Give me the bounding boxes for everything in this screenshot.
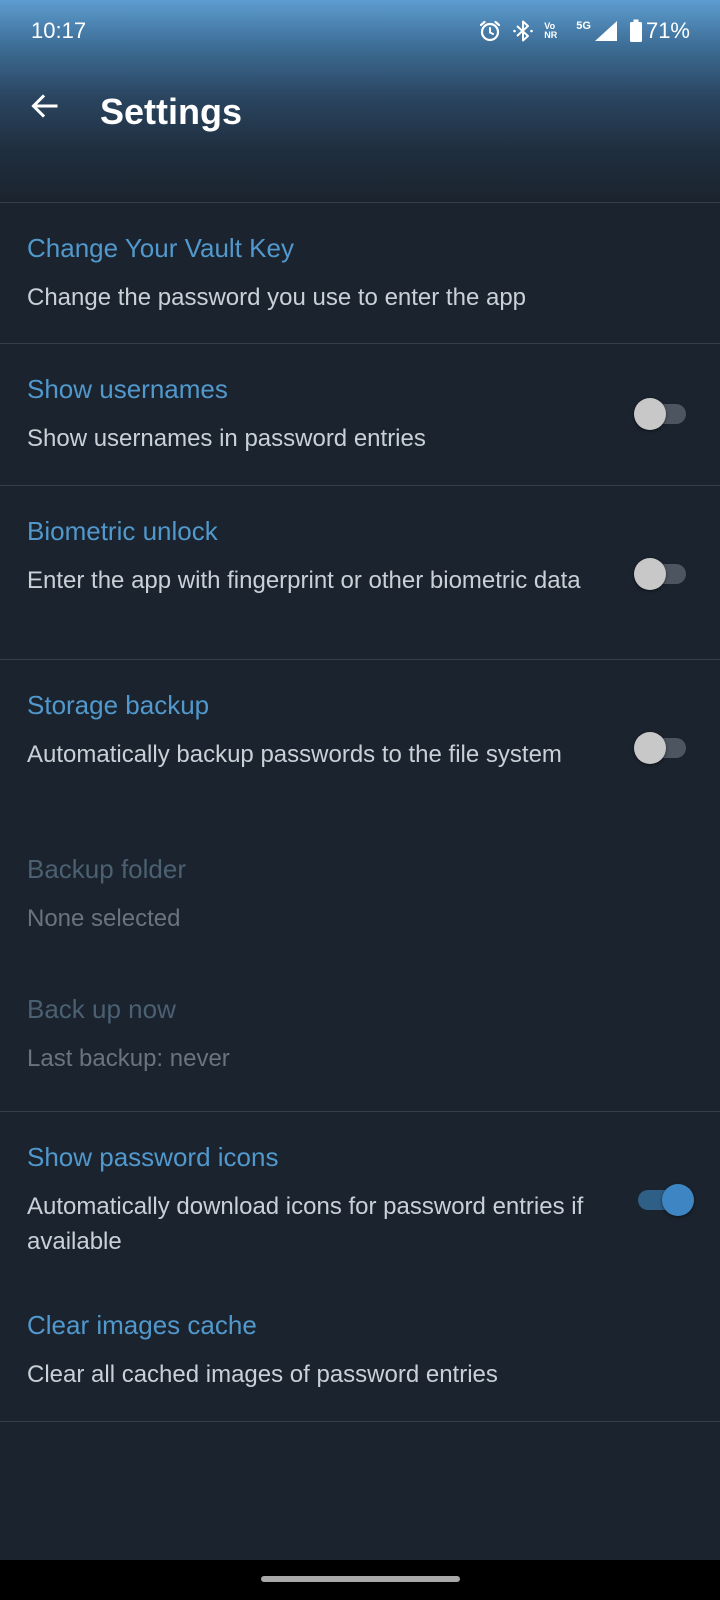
signal-group: 5G: [576, 19, 619, 43]
setting-summary: Change the password you use to enter the…: [27, 284, 527, 311]
setting-title: Change Your Vault Key: [27, 233, 294, 263]
setting-summary: Last backup: never: [27, 1045, 230, 1072]
bluetooth-icon: [512, 19, 534, 43]
status-icons: Vo NR 5G 71%: [478, 16, 690, 46]
setting-back-up-now[interactable]: Back up now Last backup: never: [0, 970, 720, 1111]
settings-list: Change Your Vault Key Change the passwor…: [0, 202, 720, 1422]
setting-summary: Show usernames in password entries: [27, 425, 426, 452]
show-usernames-toggle[interactable]: [634, 397, 688, 430]
status-bar: 10:17 Vo NR 5G 71%: [0, 0, 720, 64]
toggle-thumb: [634, 732, 666, 764]
setting-change-vault-key[interactable]: Change Your Vault Key Change the passwor…: [0, 203, 720, 343]
alarm-icon: [478, 19, 502, 43]
setting-title: Show password icons: [27, 1142, 279, 1172]
setting-title: Show usernames: [27, 374, 228, 404]
volte-icon: Vo NR: [544, 22, 566, 40]
setting-biometric-unlock[interactable]: Biometric unlock Enter the app with fing…: [0, 486, 720, 659]
toggle-thumb: [662, 1184, 694, 1216]
volte-bottom-label: NR: [544, 30, 558, 40]
battery-group: 71%: [629, 18, 690, 44]
navigation-bar: [0, 1560, 720, 1600]
setting-title: Biometric unlock: [27, 516, 218, 546]
signal-icon: [593, 19, 619, 43]
setting-show-usernames[interactable]: Show usernames Show usernames in passwor…: [0, 344, 720, 485]
setting-title: Back up now: [27, 994, 176, 1024]
setting-show-password-icons[interactable]: Show password icons Automatically downlo…: [0, 1112, 720, 1284]
setting-title: Backup folder: [27, 854, 186, 884]
biometric-unlock-toggle[interactable]: [634, 557, 688, 590]
network-type-label: 5G: [576, 20, 591, 32]
battery-icon: [629, 19, 643, 43]
toggle-thumb: [634, 398, 666, 430]
setting-clear-images-cache[interactable]: Clear images cache Clear all cached imag…: [0, 1284, 720, 1421]
divider: [0, 1421, 720, 1422]
setting-summary: Enter the app with fingerprint or other …: [27, 567, 581, 594]
gesture-handle[interactable]: [261, 1576, 460, 1582]
arrow-left-icon: [29, 91, 59, 126]
setting-backup-folder[interactable]: Backup folder None selected: [0, 830, 720, 970]
setting-summary: Automatically download icons for passwor…: [27, 1193, 584, 1255]
setting-storage-backup[interactable]: Storage backup Automatically backup pass…: [0, 660, 720, 830]
storage-backup-toggle[interactable]: [634, 731, 688, 764]
page-title: Settings: [100, 91, 243, 132]
back-button[interactable]: [22, 86, 66, 130]
app-bar: Settings: [0, 64, 720, 168]
setting-title: Storage backup: [27, 690, 210, 720]
battery-percent: 71%: [645, 18, 690, 43]
setting-title: Clear images cache: [27, 1310, 257, 1340]
setting-summary: None selected: [27, 905, 181, 932]
setting-summary: Clear all cached images of password entr…: [27, 1361, 498, 1388]
settings-screen: 10:17 Vo NR 5G 71% Settings Change Your …: [0, 0, 720, 1600]
status-time: 10:17: [31, 18, 87, 43]
toggle-thumb: [634, 558, 666, 590]
setting-summary: Automatically backup passwords to the fi…: [27, 741, 562, 768]
show-password-icons-toggle[interactable]: [634, 1183, 694, 1216]
